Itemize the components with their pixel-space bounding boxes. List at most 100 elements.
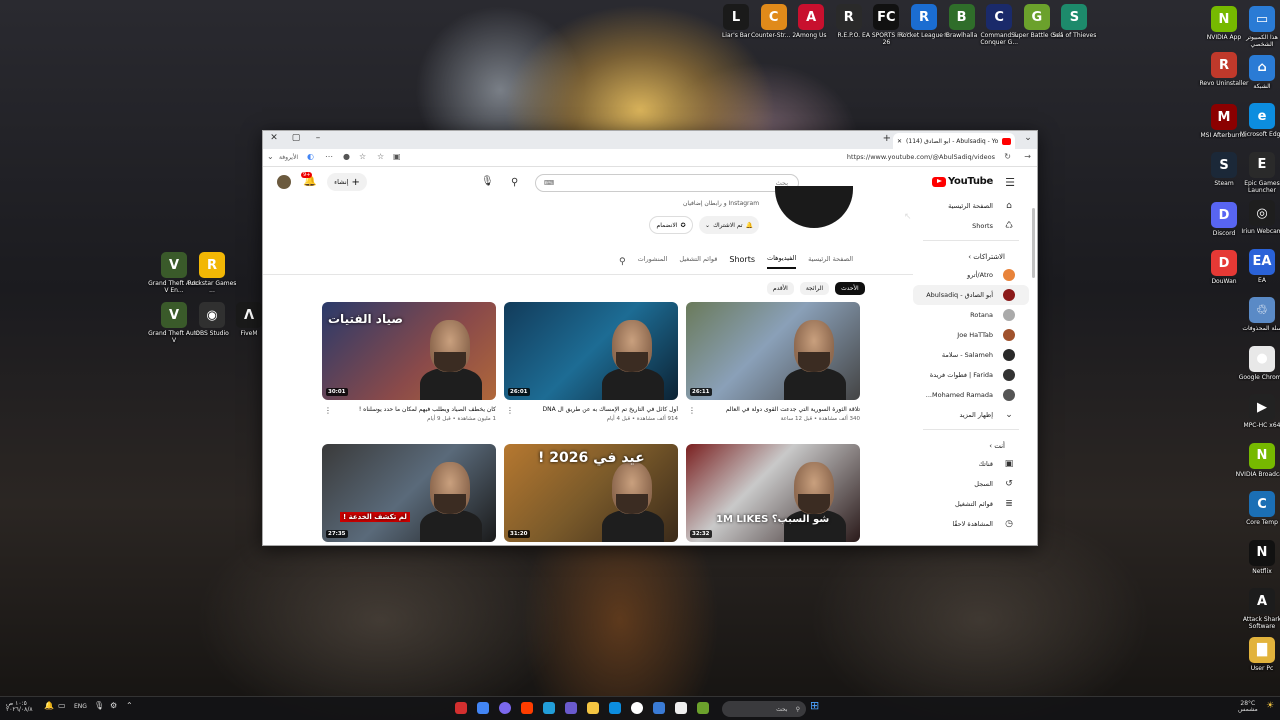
notifications-icon[interactable]: 🔔 [44, 701, 54, 710]
desktop-shortcut[interactable]: ●Google Chrome [1235, 345, 1280, 381]
video-thumbnail[interactable]: عيد في 2026 ! 31:20 [504, 444, 678, 542]
desktop-shortcut[interactable]: e Microsoft Edge [1235, 103, 1280, 138]
sidebar-item-playlists[interactable]: ≣ قوائم التشغيل [913, 494, 1029, 514]
desktop-shortcut[interactable]: ▭ هذا الكمبيوتر الشخصي [1235, 6, 1280, 48]
more-actions-icon[interactable]: ⋮ [688, 406, 696, 415]
sidebar-item-subscription[interactable]: أبو الصادق - Abulsadiq [913, 285, 1029, 305]
tab-posts[interactable]: المنشورات [638, 255, 668, 268]
sidebar-item-subscription[interactable]: Farida | فطوات فريدة [913, 365, 1029, 385]
video-title[interactable]: تلاقة الثورة السورية التي جدعت القوى دول… [686, 406, 860, 413]
desktop-shortcut[interactable]: N Netflix [1235, 539, 1280, 575]
bookmark-label[interactable]: الأيروفة [279, 154, 298, 161]
start-icon[interactable]: ⊞ [810, 699, 819, 712]
subscriptions-header[interactable]: الاشتراكات › [913, 245, 1029, 265]
video-thumbnail[interactable]: شو السبب؟ 1M LIKES 32:32 [686, 444, 860, 542]
video-thumbnail[interactable]: لم تكشف الخدعة ! 27:35 [322, 444, 496, 542]
chevron-up-icon[interactable]: ⌃ [126, 701, 133, 710]
subscribed-button[interactable]: ⌄ تم الاشتراك 🔔 [699, 216, 759, 234]
maximize-window-icon[interactable]: ▢ [289, 133, 303, 143]
edge-icon[interactable] [609, 702, 621, 714]
sidebar-item-subscription[interactable]: Atro/أترو [913, 265, 1029, 285]
telegram-icon[interactable] [543, 702, 555, 714]
desktop-shortcut[interactable]: ▶ MPC-HC x64 [1235, 394, 1280, 429]
sidebar-item-home[interactable]: ⌂ الصفحة الرئيسية [913, 196, 1029, 216]
chevron-down-icon[interactable]: ⌄ [267, 152, 274, 161]
sidebar-item-watch-later[interactable]: ◷ المشاهدة لاحقًا [913, 514, 1029, 534]
video-title[interactable]: أول كائل في التاريخ تم الإمساك به عن طري… [504, 406, 678, 413]
show-more-button[interactable]: ⌄ إظهار المزيد [913, 405, 1029, 425]
refresh-icon[interactable]: ↻ [1004, 152, 1011, 161]
sidebar-item-shorts[interactable]: ♺ Shorts [913, 216, 1029, 236]
tab-home[interactable]: الصفحة الرئيسية [808, 255, 853, 268]
sidebar-item-subscription[interactable]: Mohamed Ramada... [913, 385, 1029, 405]
desktop-shortcut[interactable]: R Rockstar Games ... [185, 252, 239, 294]
video-thumbnail[interactable]: صياد الفتيات 30:01 [322, 302, 496, 400]
sidebar-item-subscription[interactable]: Salameh - سلامة [913, 345, 1029, 365]
chrome-icon[interactable] [477, 702, 489, 714]
tab-videos[interactable]: الفيديوهات [767, 254, 797, 269]
display-icon[interactable]: ▭ [58, 701, 66, 710]
chip-latest[interactable]: الأحدث [835, 282, 865, 295]
file-explorer-icon[interactable] [587, 702, 599, 714]
favorites-icon[interactable]: ☆ [359, 152, 366, 161]
video-card[interactable]: صياد الفتيات 30:01 كان يخطف الصياد ويطلب ف… [322, 302, 496, 422]
sidebar-item-subscription[interactable]: Rotana [913, 305, 1029, 325]
keyboard-icon[interactable]: ⌨ [544, 179, 554, 187]
more-icon[interactable]: ⋯ [325, 152, 333, 161]
desktop-shortcut[interactable]: ♲ سلة المحذوفات [1235, 297, 1280, 332]
video-thumbnail[interactable]: 26:11 [686, 302, 860, 400]
game-icon[interactable] [697, 702, 709, 714]
tab-youtube[interactable]: ✕ (114) أبو الصادق - Abulsadiq - Yo [893, 133, 1015, 149]
taskbar-search[interactable]: بحث ⚲ [722, 701, 806, 717]
search-input[interactable]: بحث ⌨ [535, 174, 799, 192]
new-tab-button[interactable]: + [883, 133, 891, 144]
desktop-shortcut[interactable]: A Attack Shark Software [1235, 588, 1280, 630]
scrollbar[interactable] [1032, 208, 1035, 278]
tab-list-chevron-icon[interactable]: ⌄ [1021, 133, 1035, 143]
language-indicator[interactable]: ENG [74, 703, 87, 710]
microphone-icon[interactable]: 🎙 [481, 176, 494, 187]
more-actions-icon[interactable]: ⋮ [506, 406, 514, 415]
search-icon[interactable]: ⚲ [511, 177, 518, 188]
copilot-icon[interactable]: ◐ [307, 152, 314, 161]
sidebar-item-history[interactable]: ↺ السجل [913, 474, 1029, 494]
video-title[interactable]: كان يخطف الصياد ويطلب فيهم لمكان ما حدد … [322, 406, 496, 413]
app-icon-6[interactable] [565, 702, 577, 714]
chip-oldest[interactable]: الأقدم [767, 282, 794, 295]
video-card[interactable]: لم تكشف الخدعة ! 27:35 [322, 444, 496, 542]
chip-popular[interactable]: الرائجة [799, 282, 830, 295]
channel-links[interactable]: Instagram و رابطان إضافيان [683, 200, 759, 207]
notepad-icon[interactable] [675, 702, 687, 714]
menu-icon[interactable]: ☰ [1005, 176, 1015, 189]
close-tab-icon[interactable]: ✕ [897, 138, 902, 145]
app-icon-3[interactable] [499, 702, 511, 714]
desktop-shortcut[interactable]: EA EA [1235, 248, 1280, 284]
forward-icon[interactable]: → [1024, 152, 1031, 161]
star-add-icon[interactable]: ☆ [377, 152, 384, 161]
desktop-shortcut[interactable]: S Sea of Thieves [1047, 4, 1101, 39]
split-screen-icon[interactable]: ▣ [393, 152, 401, 161]
create-button[interactable]: إنشاء + [327, 173, 367, 191]
video-card[interactable]: عيد في 2026 ! 31:20 [504, 444, 678, 542]
minimize-window-icon[interactable]: – [311, 133, 325, 143]
clock[interactable]: ١٠:٥ ص ٢٠٢٦/٠٨/٨ [6, 701, 33, 713]
join-button[interactable]: الانضمام ✪ [649, 216, 693, 234]
app-icon-1[interactable] [455, 702, 467, 714]
url-field[interactable]: https://www.youtube.com/@AbulSadiq/video… [847, 153, 995, 161]
more-actions-icon[interactable]: ⋮ [324, 406, 332, 415]
microphone-icon[interactable]: 🎙 [94, 701, 104, 710]
desktop-shortcut[interactable]: E Epic Games Launcher [1235, 151, 1280, 194]
weather-widget[interactable]: 28°C مشمس [1238, 701, 1258, 713]
video-card[interactable]: 26:11 تلاقة الثورة السورية التي جدعت القو… [686, 302, 860, 422]
video-thumbnail[interactable]: 26:01 [504, 302, 678, 400]
close-window-icon[interactable]: ✕ [267, 133, 281, 143]
desktop-shortcut[interactable]: ⌂ الشبكة [1235, 54, 1280, 90]
video-card[interactable]: 26:01 أول كائل في التاريخ تم الإمساك به ع… [504, 302, 678, 422]
app-icon-9[interactable] [631, 702, 643, 714]
tab-shorts[interactable]: Shorts [729, 255, 755, 269]
sidebar-item-subscription[interactable]: Joe HaTTab [913, 325, 1029, 345]
profile-icon[interactable]: ● [343, 152, 350, 161]
youtube-icon[interactable] [521, 702, 533, 714]
channel-search-icon[interactable]: ⚲ [619, 257, 626, 267]
calculator-icon[interactable] [653, 702, 665, 714]
